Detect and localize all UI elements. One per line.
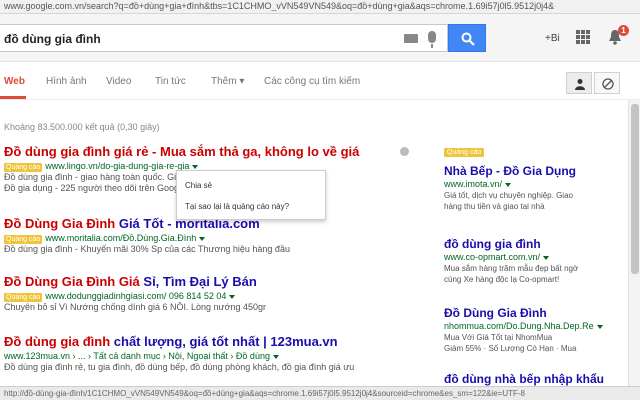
tab-search-tools[interactable]: Các công cụ tìm kiếm [264,76,360,87]
url-text[interactable]: www.google.com.vn/search?q=đồ+dùng+gia+đ… [4,1,636,11]
result-url: www.123mua.vn › ... › Tất cả danh mục › … [4,350,414,362]
result-snippet: Đồ dùng gia đình - Khuyến mãi 30% Sp của… [4,244,290,254]
sidebar-ad-url: www.co-opmart.com.vn/ [444,252,640,263]
scrollbar-thumb[interactable] [631,104,639,274]
result-item: Đồ Dùng Gia Đình Giá Sỉ, Tìm Đại Lý Bán … [4,274,414,313]
tab-web[interactable]: Web [4,76,25,87]
ad-label: Quảng cáo [4,163,43,172]
sidebar-ad-url: www.imota.vn/ [444,179,640,190]
ads-label: Quảng cáo [444,148,485,157]
search-header: đồ dùng gia đình +Bi 1 [0,14,640,62]
chevron-down-icon[interactable] [505,182,512,187]
ad-context-menu: Chia sẻ Tại sao lại là quảng cáo này? [176,170,326,220]
chevron-down-icon[interactable] [229,294,236,299]
status-url: http://đồ-dùng-gia-đình/1C1CHMO_vVN549VN… [4,389,525,398]
sidebar-ad: đồ dùng nhà bếp nhập khẩu [444,372,640,387]
sidebar-ad-snippet: hàng thu tiền và giao tại nhà [444,202,545,211]
user-name-link[interactable]: +Bi [545,33,560,44]
sidebar-ad: Nhà Bếp - Đồ Gia Dụng www.imota.vn/ Giá … [444,164,640,212]
keyboard-icon[interactable] [404,34,418,43]
sidebar-ad-snippet: Giảm 55% · Số Lượng Có Hạn · Mua [444,344,577,353]
search-icon [461,32,475,46]
search-query-text[interactable]: đồ dùng gia đình [4,32,101,46]
sidebar-ad-title[interactable]: đồ dùng gia đình [444,237,640,252]
result-url: Quảng cáo www.moritalia.com/Đồ.Dùng.Gia.Đ… [4,232,414,244]
tab-video[interactable]: Video [106,76,131,87]
sidebar-ad-title[interactable]: đồ dùng nhà bếp nhập khẩu [444,372,640,387]
ad-label: Quảng cáo [4,235,43,244]
sidebar-ad: Đồ Dùng Gia Đình nhommua.com/Do.Dung.Nha… [444,306,640,354]
microphone-icon[interactable] [428,31,436,48]
search-tabs: Web Hình ảnh Video Tin tức Thêm ▾ Các cô… [0,62,640,100]
menu-item-share[interactable]: Chia sẻ [185,181,212,190]
result-snippet: Chuyên bỏ sỉ Vì Nướng chống dính giá 6 N… [4,302,267,312]
info-icon[interactable] [400,147,409,156]
sidebar-ad-url: nhommua.com/Do.Dung.Nha.Dep.Re [444,321,640,332]
chevron-down-icon[interactable] [192,164,199,169]
search-input[interactable]: đồ dùng gia đình [0,24,448,52]
sidebar-ad-snippet: Mua Với Giá Tốt tại NhomMua [444,333,553,342]
sidebar-ad-title[interactable]: Đồ Dùng Gia Đình [444,306,640,321]
person-icon [575,79,585,90]
globe-icon [602,78,614,90]
result-item: Đồ Dùng Gia Đình Giá Tốt - moritalia.com… [4,216,414,255]
search-button[interactable] [448,24,486,52]
result-item: Đồ dùng gia đình chất lượng, giá tốt nhấ… [4,334,414,373]
sidebar-ad-snippet: Mua sắm hàng trăm mẫu đẹp bất ngờ [444,264,579,273]
hide-personal-results-button[interactable] [594,72,620,94]
result-stats: Khoảng 83.500.000 kết quả (0,30 giây) [4,122,160,132]
notification-badge[interactable]: 1 [618,25,629,36]
tab-more[interactable]: Thêm ▾ [211,76,244,87]
chevron-down-icon[interactable] [199,236,206,241]
scrollbar[interactable] [628,100,640,386]
menu-item-why-this-ad[interactable]: Tại sao lại là quảng cáo này? [185,202,289,211]
apps-icon[interactable] [576,30,590,44]
browser-url-bar[interactable]: www.google.com.vn/search?q=đồ+dùng+gia+đ… [0,0,640,14]
sidebar-ad: đồ dùng gia đình www.co-opmart.com.vn/ M… [444,237,640,285]
personal-results-button[interactable] [566,72,592,94]
chevron-down-icon[interactable] [596,324,603,329]
tab-news[interactable]: Tin tức [155,76,186,87]
ad-label: Quảng cáo [4,293,43,302]
sidebar-ad-title[interactable]: Nhà Bếp - Đồ Gia Dụng [444,164,640,179]
result-title-link[interactable]: Đồ dùng gia đình giá rẻ - Mua sắm thả ga… [4,144,414,160]
chevron-down-icon[interactable] [272,354,279,359]
tab-images[interactable]: Hình ảnh [46,76,87,87]
result-title-link[interactable]: Đồ dùng gia đình chất lượng, giá tốt nhấ… [4,334,414,350]
sidebar-ad-snippet: cùng Xe hàng độc lạ Co-opmart! [444,275,560,284]
browser-status-bar: http://đồ-dùng-gia-đình/1C1CHMO_vVN549VN… [0,386,640,400]
chevron-down-icon[interactable] [543,255,550,260]
result-snippet: Đồ dùng gia đình rẻ, tu gia đình, đồ dùn… [4,362,355,372]
result-title-link[interactable]: Đồ Dùng Gia Đình Giá Sỉ, Tìm Đại Lý Bán [4,274,414,290]
result-url: Quảng cáo www.dodunggiadinhgiasi.com/ 096… [4,290,414,302]
active-tab-indicator [0,96,26,99]
sidebar-ad-snippet: Giá tốt, dịch vụ chuyên nghiệp. Giao [444,191,573,200]
